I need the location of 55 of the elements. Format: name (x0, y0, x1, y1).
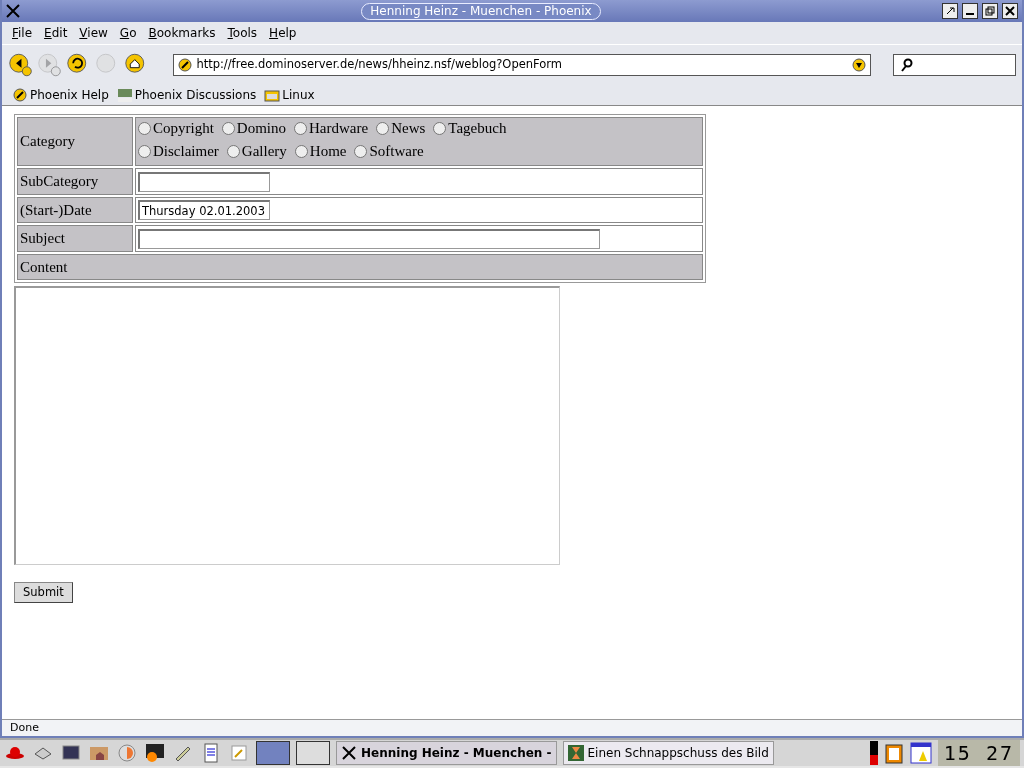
clock: 15 27 (937, 740, 1020, 766)
window-title: Henning Heinz - Muenchen - Phoenix (361, 2, 601, 20)
submit-button[interactable]: Submit (14, 582, 73, 604)
menu-item[interactable]: File (6, 24, 39, 42)
search-icon (900, 57, 915, 72)
screen-icon[interactable] (144, 742, 166, 764)
x-logo-icon[interactable] (6, 4, 20, 18)
menu-item[interactable]: View (73, 24, 114, 42)
close-button[interactable] (1002, 3, 1018, 19)
menu-item[interactable]: Edit (38, 24, 74, 42)
field-label: Category (17, 117, 133, 166)
text-field[interactable] (138, 228, 600, 249)
url-field[interactable]: http://free.dominoserver.de/news/hheinz.nsf/weblog?OpenForm (173, 53, 872, 76)
menu-item[interactable]: Bookmarks (142, 24, 222, 42)
text-field[interactable]: Thursday 02.01.2003 (138, 200, 270, 220)
pin-button[interactable] (942, 3, 958, 19)
level-meter-icon (869, 741, 878, 765)
field-label: (Start-)Date (17, 196, 133, 223)
bookmark-icon (12, 86, 28, 103)
search-field[interactable] (893, 53, 1016, 76)
desktop-pager[interactable] (296, 741, 330, 765)
status-text: Done (10, 719, 39, 736)
menu-item[interactable]: Go (113, 24, 143, 42)
text-field[interactable] (138, 171, 270, 192)
radio-option[interactable]: Domino (221, 119, 286, 138)
radio-option[interactable]: Software (354, 141, 424, 161)
radio-option[interactable]: Hardware (294, 119, 369, 138)
calendar-icon[interactable] (909, 742, 932, 764)
menu-item[interactable]: Help (263, 24, 303, 42)
taskbar-task[interactable]: Henning Heinz - Muenchen - (336, 741, 557, 765)
clipboard-icon[interactable] (883, 742, 904, 764)
radio-option[interactable]: Copyright (138, 119, 214, 138)
radio-option[interactable]: News (376, 119, 426, 138)
maximize-button[interactable] (982, 3, 998, 19)
radio-option[interactable]: Disclaimer (138, 141, 219, 161)
menu-item[interactable]: Tools (221, 24, 264, 42)
field-label: SubCategory (17, 168, 133, 195)
radio-option[interactable]: Tagebuch (433, 119, 507, 138)
field-label: Content (17, 253, 703, 280)
dropdown-icon[interactable] (852, 57, 867, 72)
maximize-icon (985, 6, 995, 16)
bookmark-link[interactable]: Linux (264, 85, 315, 104)
bookmark-link[interactable]: Phoenix Discussions (116, 85, 257, 104)
radio-option[interactable]: Home (294, 141, 347, 161)
page-icon (178, 57, 193, 72)
minimize-button[interactable] (962, 3, 978, 19)
close-icon (1005, 6, 1015, 16)
radio-option[interactable]: Gallery (226, 141, 287, 161)
x-logo-icon (341, 745, 357, 761)
minimize-icon (966, 13, 974, 15)
taskbar-task[interactable]: Einen Schnappschuss des Bild (562, 741, 774, 765)
field-label: Subject (17, 225, 133, 252)
bookmark-link[interactable]: Phoenix Help (12, 85, 109, 104)
hourglass-icon (567, 745, 584, 761)
pin-icon (945, 6, 955, 16)
